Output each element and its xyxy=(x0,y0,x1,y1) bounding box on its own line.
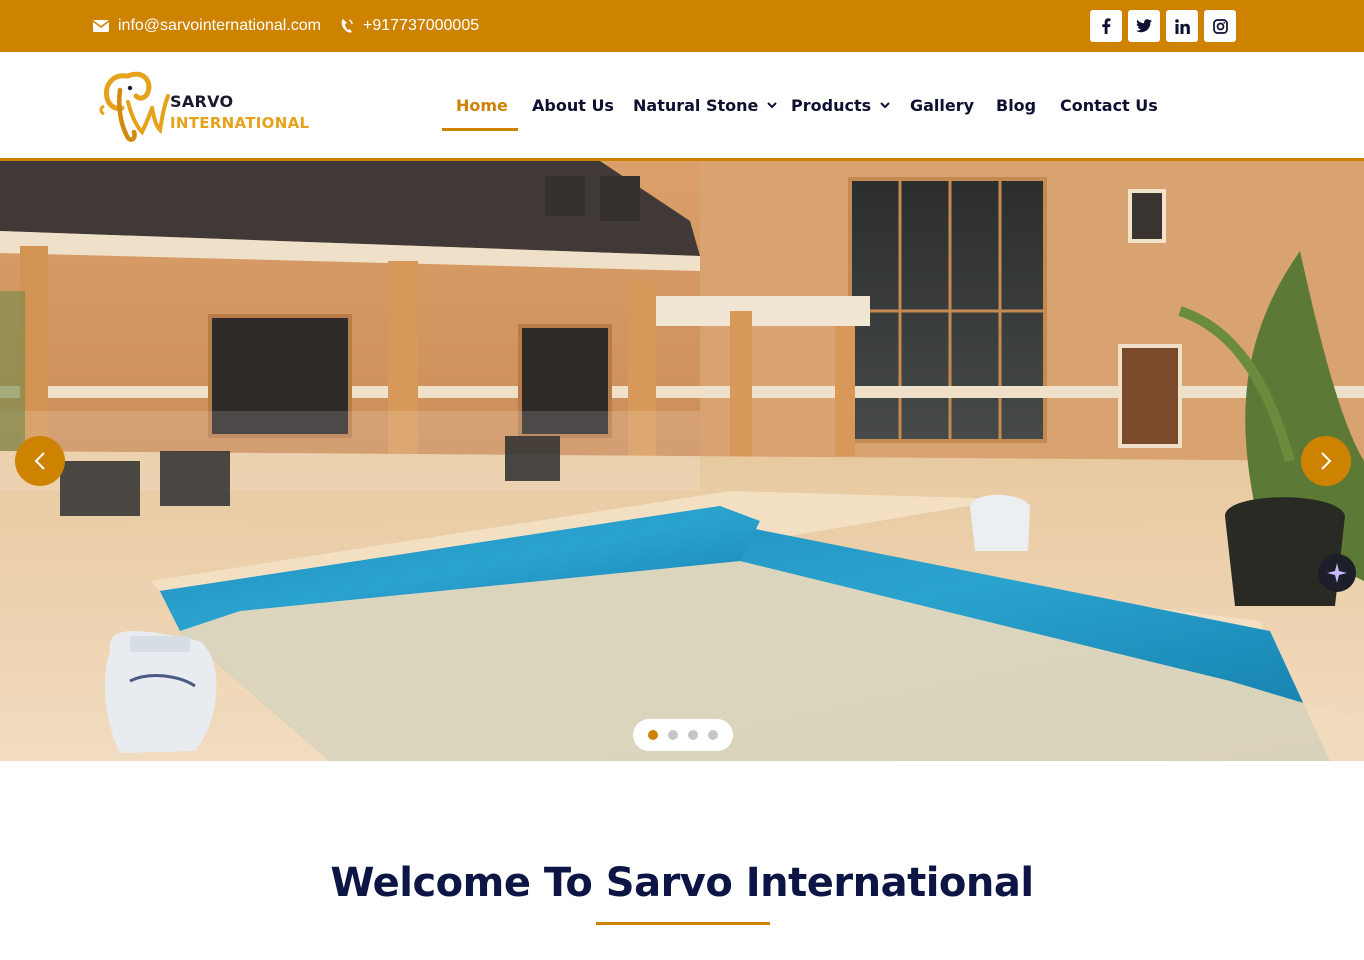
linkedin-button[interactable] xyxy=(1166,10,1198,42)
twitter-button[interactable] xyxy=(1128,10,1160,42)
slider-next-button[interactable] xyxy=(1301,436,1351,486)
facebook-button[interactable] xyxy=(1090,10,1122,42)
slider-pagination xyxy=(633,719,733,751)
envelope-icon xyxy=(93,20,109,32)
email-link[interactable]: info@sarvointernational.com xyxy=(93,0,321,52)
nav-products[interactable]: Products xyxy=(791,52,890,158)
nav-about-us-label: About Us xyxy=(532,95,614,115)
nav-home[interactable]: Home xyxy=(456,52,508,158)
nav-about-us[interactable]: About Us xyxy=(532,52,614,158)
twitter-icon xyxy=(1136,19,1152,33)
email-text: info@sarvointernational.com xyxy=(118,17,322,34)
chevron-down-icon xyxy=(767,101,778,108)
nav-products-label: Products xyxy=(791,95,872,115)
site-header: SARVO INTERNATIONAL Home About Us Natura… xyxy=(0,52,1364,158)
slider-dot-1[interactable] xyxy=(648,730,658,740)
nav-blog-label: Blog xyxy=(996,95,1037,115)
elephant-logo-icon xyxy=(99,71,170,142)
slider-dot-2[interactable] xyxy=(668,730,678,740)
hero-image-villa-pool xyxy=(0,161,1364,761)
nav-natural-stone-label: Natural Stone xyxy=(633,95,759,115)
welcome-heading: Welcome To Sarvo International xyxy=(330,860,1034,906)
linkedin-icon xyxy=(1174,18,1190,34)
instagram-icon xyxy=(1212,18,1228,34)
facebook-icon xyxy=(1102,18,1111,34)
slider-dot-3[interactable] xyxy=(688,730,698,740)
instagram-button[interactable] xyxy=(1204,10,1236,42)
top-bar: info@sarvointernational.com +91773700000… xyxy=(0,0,1364,52)
nav-contact-us-label: Contact Us xyxy=(1060,95,1158,115)
nav-natural-stone[interactable]: Natural Stone xyxy=(633,52,778,158)
sarvo-logo[interactable]: SARVO INTERNATIONAL xyxy=(98,66,313,146)
logo-text-international: INTERNATIONAL xyxy=(170,114,310,132)
welcome-underline xyxy=(596,922,770,925)
slider-prev-button[interactable] xyxy=(15,436,65,486)
nav-gallery[interactable]: Gallery xyxy=(910,52,974,158)
sparkle-icon xyxy=(1327,563,1347,583)
chevron-down-icon xyxy=(880,101,890,108)
nav-blog[interactable]: Blog xyxy=(996,52,1036,158)
assistant-launcher-button[interactable] xyxy=(1318,554,1356,592)
nav-home-label: Home xyxy=(456,95,508,115)
nav-contact-us[interactable]: Contact Us xyxy=(1060,52,1158,158)
chevron-right-icon xyxy=(1321,452,1332,470)
phone-icon xyxy=(341,19,353,33)
slider-dot-4[interactable] xyxy=(708,730,718,740)
chevron-left-icon xyxy=(34,452,45,470)
phone-link[interactable]: +917737000005 xyxy=(340,0,479,52)
hero-slider xyxy=(0,161,1364,761)
phone-text: +917737000005 xyxy=(363,17,480,34)
nav-gallery-label: Gallery xyxy=(910,95,975,115)
logo-text-sarvo: SARVO xyxy=(170,92,234,111)
active-nav-indicator xyxy=(442,128,518,131)
